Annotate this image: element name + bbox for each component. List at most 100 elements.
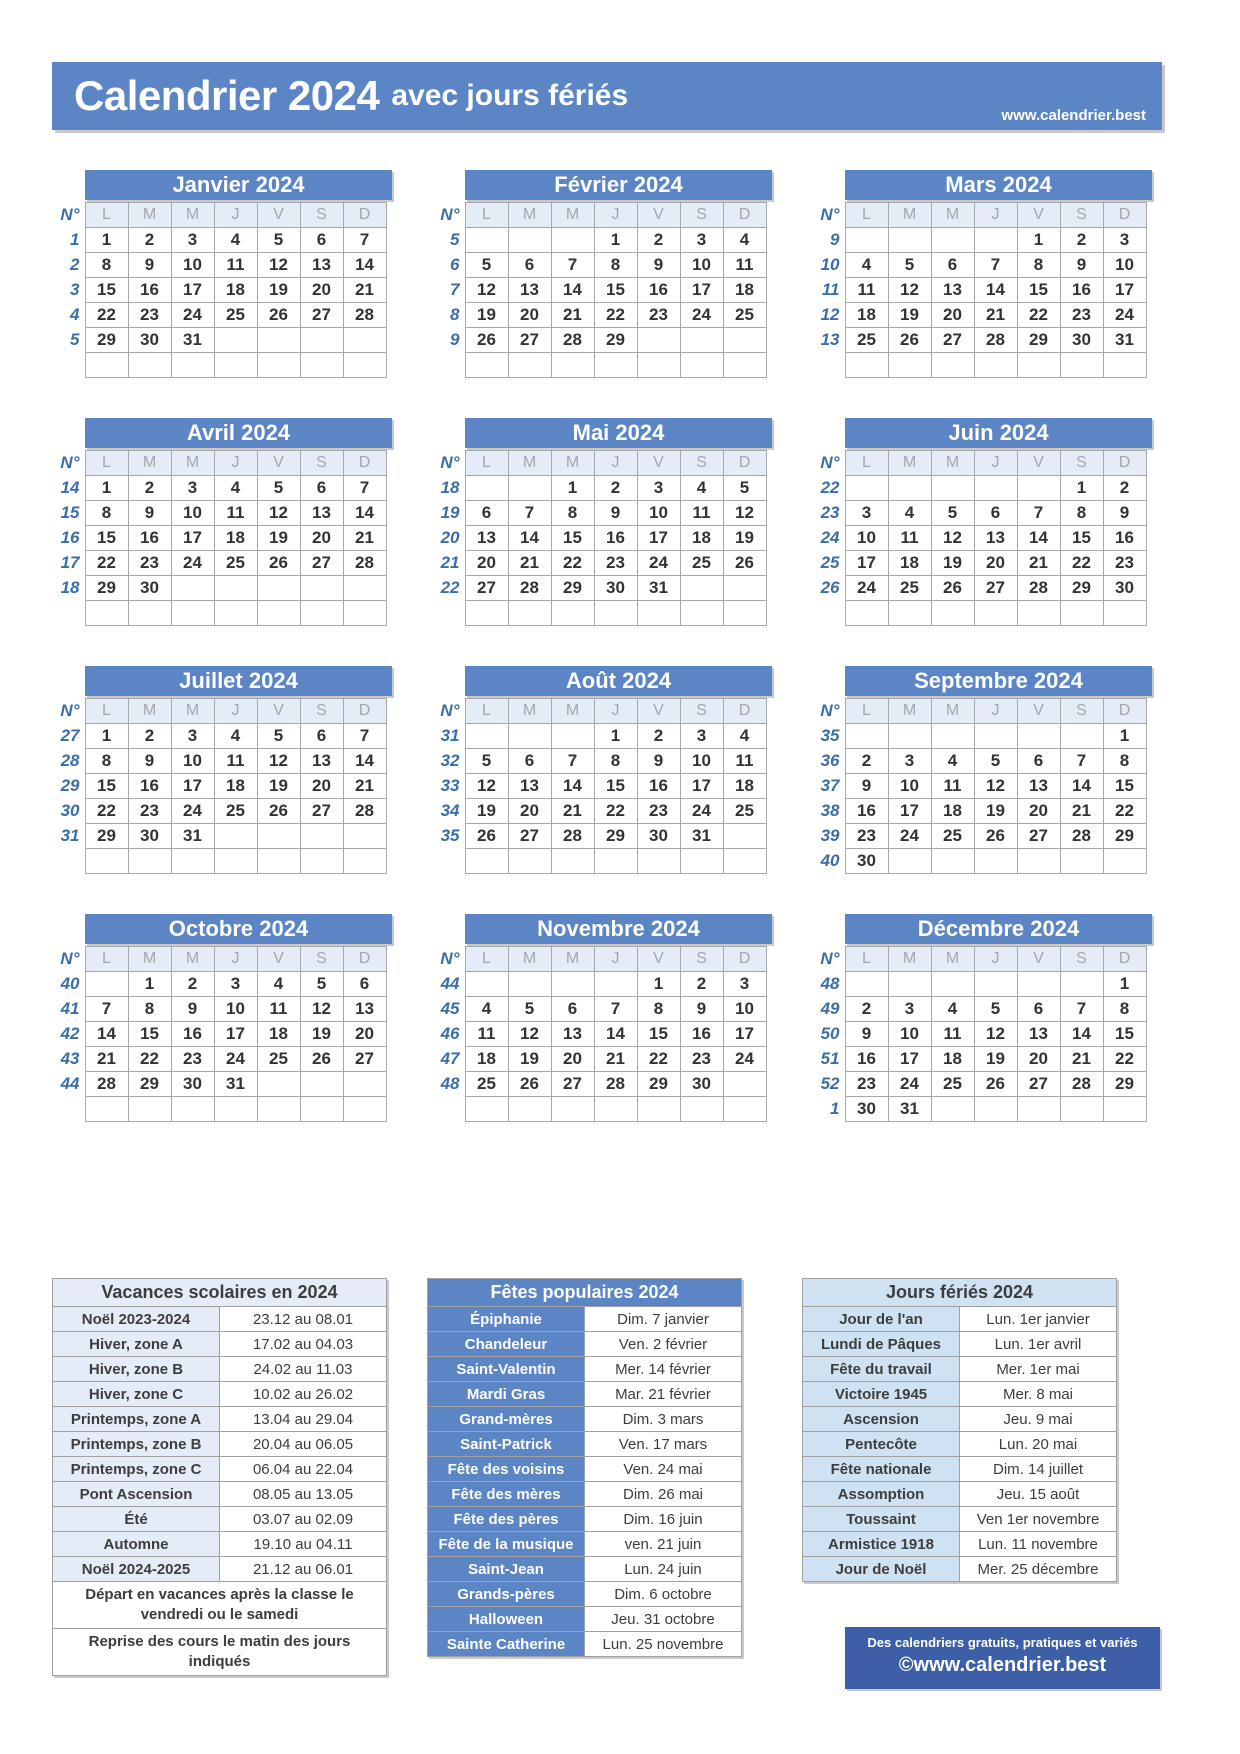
calendar-day-cell: 25 <box>722 798 767 824</box>
calendar-empty-cell <box>507 848 552 874</box>
calendar-empty-cell <box>342 1096 387 1122</box>
calendar-day-cell: 25 <box>256 1046 301 1072</box>
day-of-week-header: L <box>844 946 889 972</box>
week-number-cell: 19 <box>440 503 460 522</box>
week-number-cell: 27 <box>60 726 80 745</box>
calendar-empty-cell <box>170 1096 215 1122</box>
calendar-day-cell: 14 <box>550 773 595 799</box>
week-number-cell: 24 <box>820 528 840 547</box>
calendar-day-cell: 25 <box>679 550 724 576</box>
day-of-week-header: M <box>507 698 552 724</box>
calendar-day-cell: 8 <box>1102 996 1147 1022</box>
week-number-cell <box>52 1097 85 1122</box>
calendar-week-row: 20 13 14 15 16 17 18 19 <box>432 525 767 551</box>
calendar-day-cell: 21 <box>84 1046 129 1072</box>
calendar-day-cell: 24 <box>722 1046 767 1072</box>
calendar-day-cell: 23 <box>593 550 638 576</box>
day-of-week-header: M <box>507 450 552 476</box>
calendar-day-cell: 3 <box>1102 227 1147 253</box>
calendar-empty-cell <box>84 848 129 874</box>
month-block: Novembre 2024 N° L M M J V S D 44 1 2 3 45 4 5 6 7 8 9 10 46 1… <box>432 914 772 1162</box>
table-row: Grands-pères Dim. 6 octobre <box>427 1581 742 1607</box>
calendar-day-cell: 28 <box>84 1071 129 1097</box>
calendar-day-cell: 28 <box>550 327 595 353</box>
month-title: Novembre 2024 <box>465 914 772 944</box>
table-row: Jour de Noël Mer. 25 décembre <box>802 1556 1117 1582</box>
calendar-week-row: 23 3 4 5 6 7 8 9 <box>812 500 1147 526</box>
calendar-empty-cell <box>930 475 975 501</box>
day-of-week-header: M <box>550 450 595 476</box>
row-label: Hiver, zone A <box>52 1331 220 1357</box>
calendar-day-cell: 29 <box>84 327 129 353</box>
calendar-day-cell: 9 <box>593 500 638 526</box>
calendar-day-cell: 16 <box>844 1046 889 1072</box>
day-of-week-header: J <box>593 202 638 228</box>
calendar-day-cell: 27 <box>1016 823 1061 849</box>
calendar-day-cell: 2 <box>1102 475 1147 501</box>
row-label: Fête nationale <box>802 1456 960 1482</box>
calendar-week-row: 13 25 26 27 28 29 30 31 <box>812 327 1147 353</box>
calendar-empty-cell <box>464 971 509 997</box>
calendar-day-cell: 5 <box>930 500 975 526</box>
calendar-day-cell: 13 <box>299 748 344 774</box>
row-value: 08.05 au 13.05 <box>219 1481 387 1507</box>
calendar-week-row: 28 8 9 10 11 12 13 14 <box>52 748 387 774</box>
calendar-week-row: 44 28 29 30 31 <box>52 1071 387 1097</box>
day-of-week-header: M <box>930 946 975 972</box>
calendar-day-cell: 28 <box>1059 1071 1104 1097</box>
calendar-day-cell: 22 <box>1059 550 1104 576</box>
row-value: 20.04 au 06.05 <box>219 1431 387 1457</box>
calendar-week-row: 30 22 23 24 25 26 27 28 <box>52 798 387 824</box>
calendar-day-cell: 11 <box>722 252 767 278</box>
day-of-week-header: V <box>256 202 301 228</box>
table-row: Fête des mères Dim. 26 mai <box>427 1481 742 1507</box>
calendar-empty-cell <box>1059 600 1104 626</box>
week-number-cell: 40 <box>820 851 840 870</box>
row-label: Épiphanie <box>427 1306 585 1332</box>
week-number-cell <box>812 601 845 626</box>
calendar-day-cell: 10 <box>679 748 724 774</box>
calendar-day-cell: 17 <box>170 773 215 799</box>
day-of-week-header: S <box>299 450 344 476</box>
row-label: Armistice 1918 <box>802 1531 960 1557</box>
calendar-day-cell: 3 <box>213 971 258 997</box>
row-label: Saint-Valentin <box>427 1356 585 1382</box>
calendar-day-cell: 16 <box>127 277 172 303</box>
calendar-day-cell: 15 <box>1059 525 1104 551</box>
calendar-day-cell: 7 <box>550 252 595 278</box>
calendar-day-cell: 8 <box>550 500 595 526</box>
calendar-empty-cell <box>342 1071 387 1097</box>
calendar-day-cell: 19 <box>256 525 301 551</box>
month-block: Octobre 2024 N° L M M J V S D 40 1 2 3 4 5 6 41 7 8 9 10 11 12… <box>52 914 392 1162</box>
calendar-week-row <box>432 352 767 378</box>
calendar-empty-cell <box>464 475 509 501</box>
week-number-cell: 47 <box>440 1049 460 1068</box>
calendar-day-cell: 24 <box>170 550 215 576</box>
calendar-empty-cell <box>170 575 215 601</box>
calendar-day-cell: 6 <box>550 996 595 1022</box>
row-value: Lun. 1er janvier <box>959 1306 1117 1332</box>
day-of-week-header: L <box>84 946 129 972</box>
calendar-day-cell: 14 <box>342 252 387 278</box>
calendar-empty-cell <box>299 848 344 874</box>
calendar-day-cell: 4 <box>887 500 932 526</box>
calendar-day-cell: 10 <box>679 252 724 278</box>
calendar-day-cell: 28 <box>342 302 387 328</box>
calendar-day-cell: 17 <box>887 798 932 824</box>
calendar-day-cell: 14 <box>342 748 387 774</box>
row-label: Jour de Noël <box>802 1556 960 1582</box>
calendar-day-cell: 2 <box>127 227 172 253</box>
week-number-cell: 30 <box>60 801 80 820</box>
calendar-empty-cell <box>593 1096 638 1122</box>
calendar-day-cell: 9 <box>636 748 681 774</box>
calendar-day-cell: 30 <box>1059 327 1104 353</box>
row-value: Jeu. 31 octobre <box>584 1606 742 1632</box>
day-of-week-header: J <box>213 946 258 972</box>
calendar-day-cell: 28 <box>973 327 1018 353</box>
calendar-empty-cell <box>550 723 595 749</box>
week-number-header: N° <box>60 205 80 224</box>
day-of-week-header: M <box>127 698 172 724</box>
calendar-day-cell: 12 <box>973 1021 1018 1047</box>
week-number-cell <box>52 353 85 378</box>
calendar-day-cell: 22 <box>84 798 129 824</box>
